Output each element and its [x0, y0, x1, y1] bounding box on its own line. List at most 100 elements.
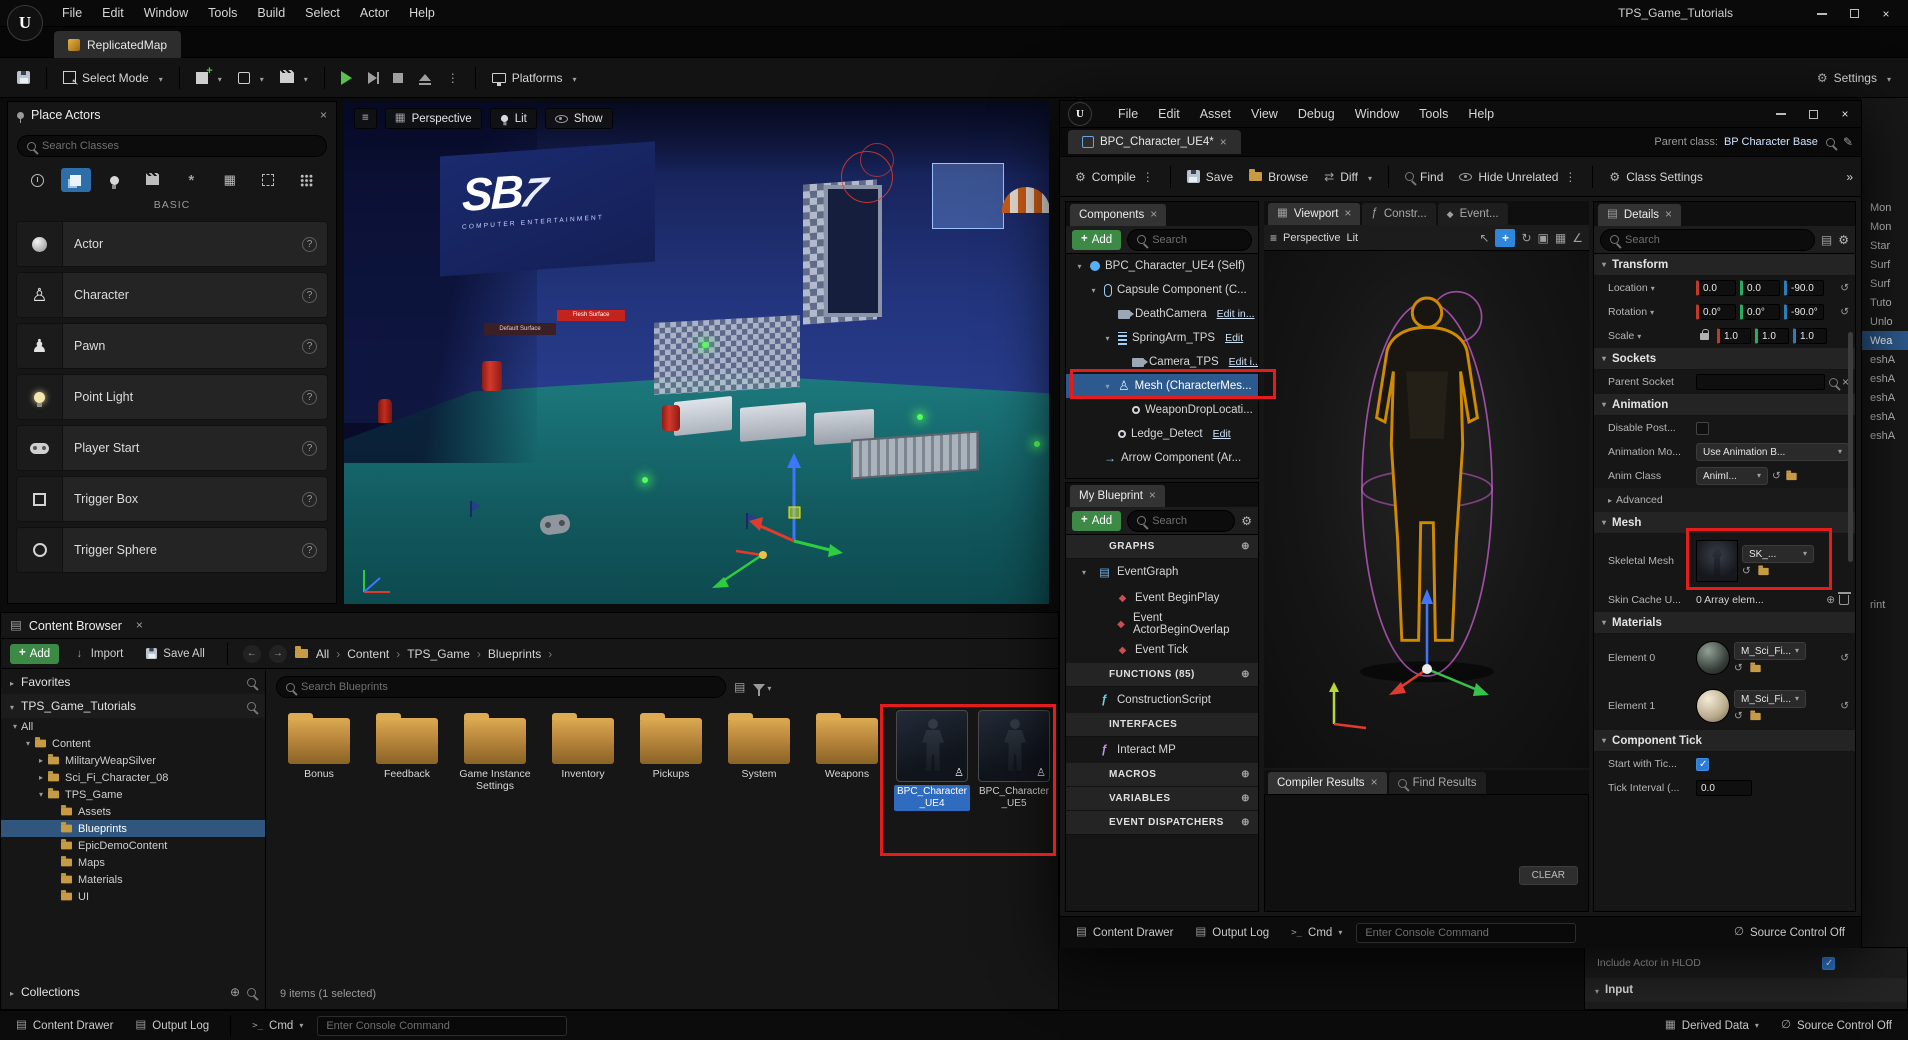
place-actor-item[interactable]: Player Start: [16, 425, 328, 471]
save-button[interactable]: Save: [1180, 163, 1240, 191]
bp-asset-tab[interactable]: BPC_Character_UE4*: [1068, 130, 1241, 154]
tab-compiler-results[interactable]: Compiler Results: [1268, 772, 1387, 794]
background-panel-item[interactable]: Mon: [1861, 217, 1908, 236]
folder-tree-item[interactable]: Materials: [1, 871, 265, 888]
sources-header[interactable]: TPS_Game_Tutorials: [1, 694, 265, 718]
my-blueprint-row[interactable]: ConstructionScript: [1066, 687, 1258, 713]
add-element-icon[interactable]: [1826, 595, 1835, 606]
folder-tile[interactable]: Feedback: [366, 710, 448, 792]
play-button[interactable]: [334, 64, 359, 92]
lock-icon[interactable]: [1700, 333, 1709, 340]
my-blueprint-row[interactable]: INTERFACES: [1066, 713, 1258, 737]
add-content-dropdown[interactable]: [189, 64, 229, 92]
browse-to-asset-icon[interactable]: [1750, 713, 1760, 720]
level-viewport[interactable]: SB7 COMPUTER ENTERTAINMENT Default Surfa…: [344, 101, 1059, 604]
overflow-chevrons-icon[interactable]: [1846, 171, 1853, 183]
translate-gizmo[interactable]: [1382, 581, 1502, 711]
unreal-logo[interactable]: [7, 5, 43, 41]
restore-icon[interactable]: [1838, 0, 1870, 27]
lit-dropdown[interactable]: Lit: [490, 108, 537, 129]
animation-section-header[interactable]: Animation: [1594, 394, 1855, 416]
transform-section-header[interactable]: Transform: [1594, 254, 1855, 276]
add-item-icon[interactable]: [1241, 670, 1250, 680]
hamburger-icon[interactable]: [1270, 232, 1277, 244]
reset-to-default-icon[interactable]: [1840, 653, 1849, 664]
bp-perspective-dropdown[interactable]: Perspective: [1283, 232, 1340, 244]
tab-event-graph[interactable]: Event...: [1438, 203, 1508, 225]
folder-tree-item[interactable]: Blueprints: [1, 820, 265, 837]
forward-button[interactable]: [269, 645, 287, 663]
source-control-button[interactable]: Source Control Off: [1773, 1015, 1900, 1037]
tab-find-results[interactable]: Find Results: [1389, 772, 1486, 794]
menu-item[interactable]: Build: [247, 0, 295, 27]
rotate-tool-icon[interactable]: [1521, 232, 1531, 244]
bp-preview-viewport[interactable]: [1264, 251, 1589, 768]
cmd-dropdown[interactable]: >_Cmd: [1283, 922, 1350, 944]
diff-dropdown[interactable]: Diff: [1317, 163, 1379, 191]
translate-gizmo-small[interactable]: [706, 541, 778, 599]
component-tree-item[interactable]: Ledge_Detect Edit: [1066, 422, 1258, 446]
viewport-menu-button[interactable]: [354, 108, 377, 129]
vfx-category-icon[interactable]: [176, 168, 206, 192]
component-tree-item[interactable]: Capsule Component (C...: [1066, 278, 1258, 302]
rotation-z-field[interactable]: -90.0°: [1784, 304, 1824, 320]
asset-tile[interactable]: BPC_Character_UE5: [976, 710, 1052, 811]
location-label[interactable]: Location: [1608, 282, 1692, 294]
gear-icon[interactable]: [1838, 234, 1849, 246]
folder-tile[interactable]: Bonus: [278, 710, 360, 792]
tab-viewport[interactable]: Viewport: [1268, 203, 1360, 225]
background-panel-item[interactable]: Unlo: [1861, 312, 1908, 331]
asset-search-input[interactable]: [301, 681, 716, 693]
close-panel-icon[interactable]: [320, 109, 327, 122]
stop-button[interactable]: [386, 64, 410, 92]
add-component-button[interactable]: Add: [1072, 230, 1121, 250]
import-button[interactable]: Import: [67, 644, 130, 664]
minimize-icon[interactable]: [1765, 101, 1797, 128]
close-tab-icon[interactable]: [1220, 136, 1227, 148]
reset-to-default-icon[interactable]: [1840, 283, 1849, 294]
component-tree-item[interactable]: DeathCamera Edit in...: [1066, 302, 1258, 326]
expand-arrow-icon[interactable]: [35, 790, 47, 799]
component-edit-link[interactable]: Edit: [1225, 332, 1243, 344]
disable-post-checkbox[interactable]: [1696, 422, 1709, 435]
details-search[interactable]: [1600, 229, 1815, 251]
reset-to-default-icon[interactable]: [1840, 307, 1849, 318]
menu-item[interactable]: Help: [1458, 101, 1504, 128]
use-selected-icon[interactable]: [1734, 663, 1743, 674]
content-drawer-button[interactable]: Content Drawer: [8, 1015, 121, 1037]
asset-search[interactable]: [276, 676, 726, 698]
add-collection-icon[interactable]: [230, 986, 240, 998]
folder-tree-item[interactable]: Assets: [1, 803, 265, 820]
component-tree-item[interactable]: SpringArm_TPS Edit: [1066, 326, 1258, 350]
folder-tile[interactable]: Game Instance Settings: [454, 710, 536, 792]
rotation-x-field[interactable]: 0.0°: [1696, 304, 1736, 320]
search-icon[interactable]: [1826, 138, 1835, 147]
breadcrumb-item[interactable]: TPS_Game: [407, 647, 488, 661]
class-settings-button[interactable]: Class Settings: [1602, 163, 1709, 191]
browse-to-asset-icon[interactable]: [1758, 568, 1768, 575]
place-actors-search-input[interactable]: [42, 140, 317, 152]
use-selected-icon[interactable]: [1772, 471, 1781, 482]
compile-button[interactable]: Compile: [1068, 163, 1161, 191]
skeletal-mesh-select[interactable]: SK_...: [1742, 545, 1814, 563]
material-thumbnail[interactable]: [1696, 641, 1730, 675]
location-y-field[interactable]: 0.0: [1740, 280, 1780, 296]
advanced-expander[interactable]: Advanced: [1594, 488, 1855, 512]
place-actor-item[interactable]: Point Light: [16, 374, 328, 420]
folder-tree-item[interactable]: EpicDemoContent: [1, 837, 265, 854]
place-actor-item[interactable]: Character: [16, 272, 328, 318]
menu-item[interactable]: Tools: [198, 0, 247, 27]
filter-button[interactable]: [753, 681, 771, 693]
parent-class-value[interactable]: BP Character Base: [1724, 136, 1818, 148]
socket-picker-icon[interactable]: [1829, 378, 1838, 387]
rotation-label[interactable]: Rotation: [1608, 306, 1692, 318]
cinematics-dropdown[interactable]: [273, 64, 315, 92]
component-tick-section-header[interactable]: Component Tick: [1594, 730, 1855, 752]
edit-icon[interactable]: [1843, 136, 1853, 148]
scale-label[interactable]: Scale: [1608, 330, 1692, 342]
blueprints-dropdown[interactable]: [231, 64, 271, 92]
background-panel-item[interactable]: eshA: [1861, 388, 1908, 407]
my-blueprint-row[interactable]: GRAPHS: [1066, 535, 1258, 559]
scale-y-field[interactable]: 1.0: [1755, 328, 1789, 344]
skeletal-mesh-thumbnail[interactable]: [1696, 540, 1738, 582]
